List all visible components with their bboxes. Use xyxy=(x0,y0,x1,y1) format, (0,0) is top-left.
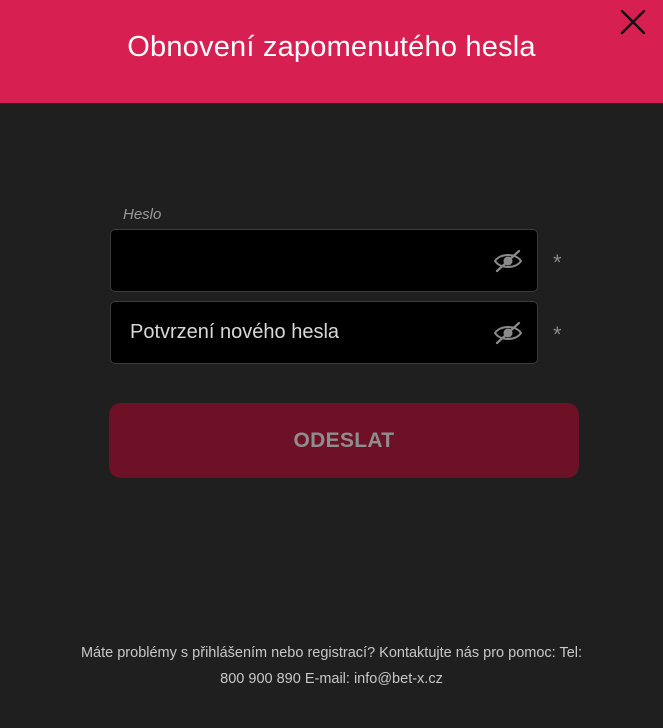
confirm-required-mark: * xyxy=(553,322,562,347)
support-contacts: 800 900 890 E-mail: info@bet-x.cz xyxy=(220,671,443,687)
support-text: Máte problémy s přihlášením nebo registr… xyxy=(80,645,583,661)
support-footer: Máte problémy s přihlášením nebo registr… xyxy=(20,640,643,692)
password-field xyxy=(110,229,538,292)
submit-button[interactable]: ODESLAT xyxy=(109,403,579,478)
password-input[interactable] xyxy=(111,230,481,291)
password-reset-dialog: Obnovení zapomenutého hesla Heslo * * OD… xyxy=(0,0,663,728)
eye-slash-icon[interactable] xyxy=(493,249,523,273)
close-icon[interactable] xyxy=(618,7,648,37)
confirm-password-input[interactable] xyxy=(111,302,481,363)
dialog-header: Obnovení zapomenutého hesla xyxy=(0,0,663,103)
confirm-password-field xyxy=(110,301,538,364)
password-required-mark: * xyxy=(553,250,562,275)
eye-slash-icon[interactable] xyxy=(493,321,523,345)
password-label: Heslo xyxy=(123,206,162,223)
dialog-title: Obnovení zapomenutého hesla xyxy=(127,31,536,63)
